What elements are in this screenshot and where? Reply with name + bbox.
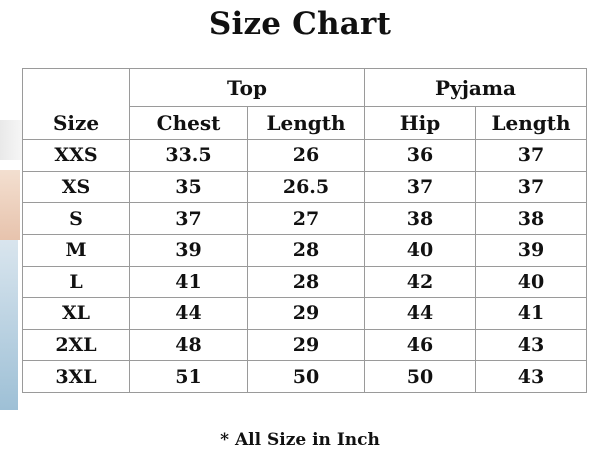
cell-chest: 35 — [129, 170, 248, 204]
cell-size: XS — [22, 170, 130, 204]
size-chart-table: Top Pyjama Size Chest Length Hip Length … — [22, 68, 588, 393]
cell-top-length: 29 — [246, 328, 366, 362]
cell-pyjama-length: 38 — [475, 202, 588, 235]
cell-hip: 42 — [364, 265, 477, 299]
cell-chest: 48 — [129, 328, 248, 362]
group-header-top: Top — [128, 68, 366, 107]
page-title: Size Chart — [208, 6, 392, 42]
table-row: XXS 33.5 26 36 37 — [22, 139, 588, 172]
cell-hip: 44 — [364, 297, 477, 330]
cell-size: XXS — [22, 139, 130, 172]
units-footnote: * All Size in Inch — [220, 430, 380, 450]
cell-hip: 37 — [364, 170, 477, 204]
cell-pyjama-length: 37 — [475, 139, 588, 172]
column-header-size: Size — [22, 106, 130, 140]
cell-chest: 33.5 — [129, 139, 248, 172]
photo-fragment — [0, 240, 18, 410]
cell-size: XL — [22, 297, 130, 330]
cell-hip: 50 — [364, 360, 477, 393]
cell-size: S — [22, 202, 130, 235]
cell-size: L — [22, 265, 130, 299]
table-row: XL 44 29 44 41 — [22, 297, 588, 330]
cell-top-length: 28 — [246, 265, 366, 299]
cell-chest: 37 — [129, 202, 248, 235]
cell-size: 3XL — [22, 360, 130, 393]
table-row: 2XL 48 29 46 43 — [22, 328, 588, 362]
table-row: XS 35 26.5 37 37 — [22, 170, 588, 204]
table-header: Top Pyjama Size Chest Length Hip Length — [22, 68, 588, 140]
table-row: 3XL 51 50 50 43 — [22, 360, 588, 393]
cell-size: M — [22, 233, 130, 267]
table-row: M 39 28 40 39 — [22, 233, 588, 267]
cell-pyjama-length: 43 — [475, 328, 588, 362]
cell-top-length: 29 — [246, 297, 366, 330]
cell-size: 2XL — [22, 328, 130, 362]
table-row: L 41 28 42 40 — [22, 265, 588, 299]
cell-pyjama-length: 40 — [475, 265, 588, 299]
cell-hip: 46 — [364, 328, 477, 362]
cell-pyjama-length: 39 — [475, 233, 588, 267]
cell-chest: 39 — [129, 233, 248, 267]
corner-cell — [22, 68, 130, 107]
column-header-top-length: Length — [246, 106, 366, 140]
cell-top-length: 26 — [246, 139, 366, 172]
cell-top-length: 27 — [246, 202, 366, 235]
table-row: S 37 27 38 38 — [22, 202, 588, 235]
cell-hip: 36 — [364, 139, 477, 172]
table-body: XXS 33.5 26 36 37 XS 35 26.5 37 37 S 37 … — [22, 139, 588, 393]
group-header-pyjama: Pyjama — [364, 68, 588, 107]
column-header-hip: Hip — [364, 106, 477, 140]
cell-top-length: 50 — [246, 360, 366, 393]
cell-pyjama-length: 41 — [475, 297, 588, 330]
cell-pyjama-length: 37 — [475, 170, 588, 204]
header-column-row: Size Chest Length Hip Length — [22, 106, 588, 140]
cell-chest: 51 — [129, 360, 248, 393]
cell-pyjama-length: 43 — [475, 360, 588, 393]
cell-chest: 41 — [129, 265, 248, 299]
photo-fragment — [0, 170, 20, 240]
cell-hip: 38 — [364, 202, 477, 235]
column-header-pyjama-length: Length — [475, 106, 588, 140]
cell-top-length: 26.5 — [246, 170, 366, 204]
cell-chest: 44 — [129, 297, 248, 330]
background-photo-strip — [0, 120, 22, 410]
photo-fragment — [0, 120, 22, 160]
cell-hip: 40 — [364, 233, 477, 267]
header-group-row: Top Pyjama — [22, 68, 588, 107]
cell-top-length: 28 — [246, 233, 366, 267]
column-header-chest: Chest — [129, 106, 248, 140]
